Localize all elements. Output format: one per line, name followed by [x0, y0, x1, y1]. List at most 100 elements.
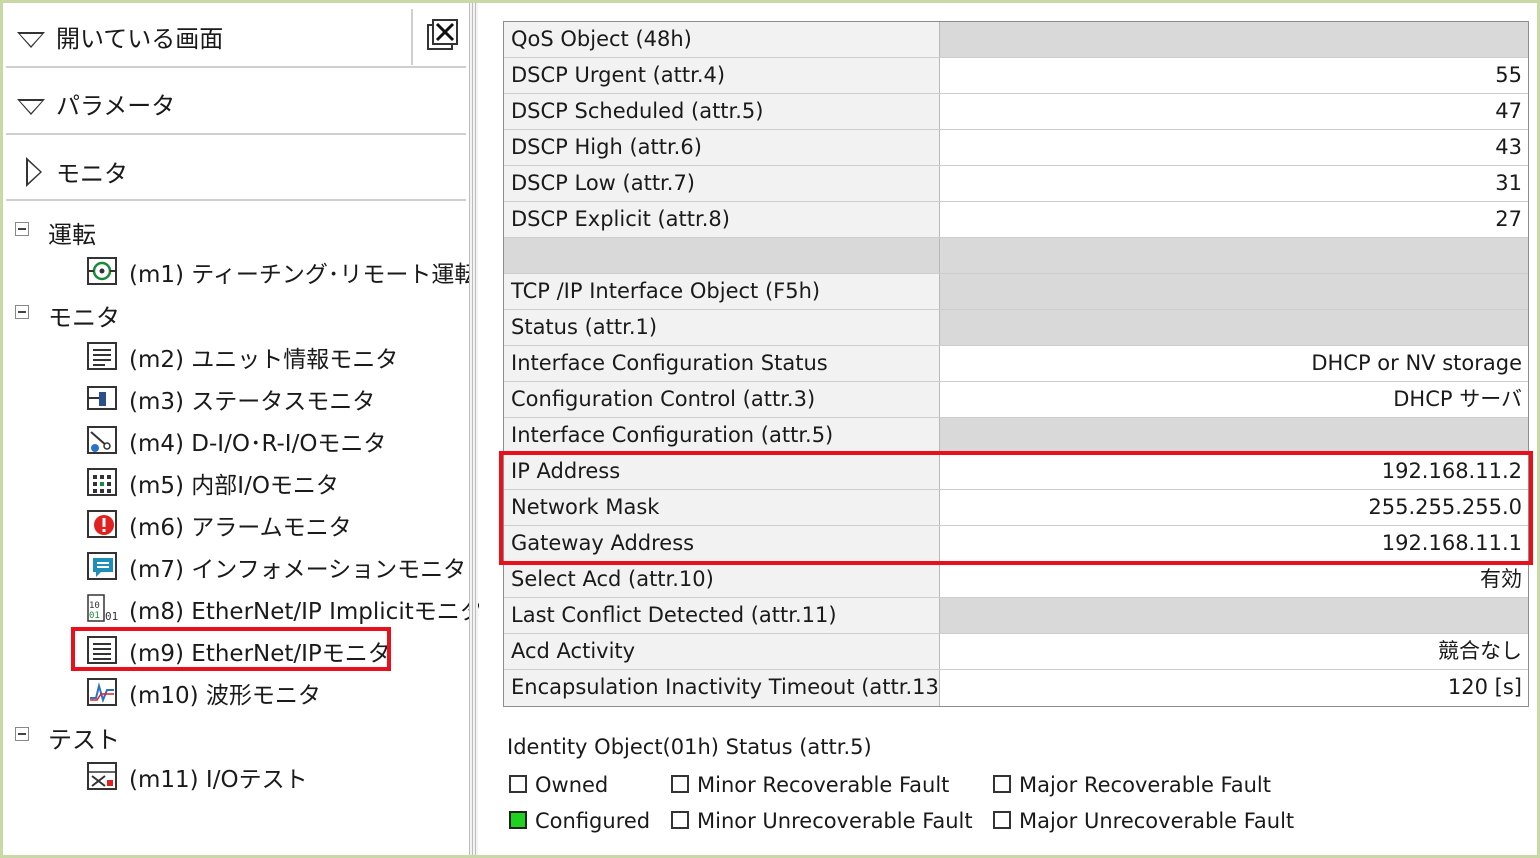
pane-splitter[interactable] — [469, 3, 478, 855]
checkbox-checked-icon — [509, 811, 527, 829]
tree-item-label: (m10) 波形モニタ — [129, 683, 321, 709]
grid-row-value — [940, 274, 1528, 309]
grid-row-label: QoS Object (48h) — [504, 22, 940, 57]
io-test-icon — [87, 762, 117, 790]
tree-group-operation[interactable]: 運転 — [3, 210, 469, 250]
tree-item-m6[interactable]: (m6) アラームモニタ — [83, 503, 463, 543]
grid-row: Status (attr.1) — [504, 310, 1528, 346]
grid-row-value: 27 — [940, 202, 1528, 237]
tree-item-m5[interactable]: (m5) 内部I/Oモニタ — [83, 461, 463, 501]
flag-label: Configured — [535, 809, 651, 833]
monitor-header[interactable]: モニタ — [6, 141, 466, 201]
grid-row-label: Configuration Control (attr.3) — [504, 382, 940, 417]
tree-item-m11[interactable]: (m11) I/Oテスト — [83, 755, 463, 795]
checkbox-icon — [993, 811, 1011, 829]
grid-row-label: Encapsulation Inactivity Timeout (attr.1… — [504, 670, 947, 706]
grid-row-value — [940, 22, 1528, 57]
grid-row-label: Status (attr.1) — [504, 310, 940, 345]
grid-row-value: DHCP or NV storage — [940, 346, 1528, 381]
selection-highlight-box — [71, 627, 391, 671]
grid-row-label — [504, 238, 940, 273]
svg-text:01: 01 — [105, 610, 118, 623]
tree-item-label: (m4) D-I/O･R-I/Oモニタ — [129, 431, 387, 457]
close-window-icon — [427, 19, 458, 50]
expand-arrow-icon[interactable] — [26, 157, 42, 187]
tree-item-m10[interactable]: (m10) 波形モニタ — [83, 671, 463, 711]
information-icon — [87, 552, 117, 580]
grid-row-label: Acd Activity — [504, 634, 940, 669]
tree-group-label: 運転 — [48, 221, 96, 249]
tree-item-label: (m2) ユニット情報モニタ — [129, 347, 399, 373]
collapse-arrow-icon[interactable] — [17, 32, 45, 48]
grid-row: Acd Activity 競合なし — [504, 634, 1528, 670]
svg-text:10: 10 — [89, 601, 100, 611]
grid-row: DSCP Low (attr.7) 31 — [504, 166, 1528, 202]
flag-label: Minor Unrecoverable Fault — [697, 809, 973, 833]
ethernet-implicit-icon: 10 01 01 — [87, 594, 118, 623]
grid-row-label: DSCP Explicit (attr.8) — [504, 202, 940, 237]
tree-item-m2[interactable]: (m2) ユニット情報モニタ — [83, 335, 463, 375]
property-grid: QoS Object (48h) DSCP Urgent (attr.4) 55 DS… — [503, 21, 1529, 707]
waveform-icon — [87, 678, 117, 706]
checkbox-icon — [509, 775, 527, 793]
tree-item-m8[interactable]: 10 01 01 (m8) EtherNet/IP Implicitモニタ — [83, 587, 483, 627]
grid-row-value — [940, 598, 1528, 633]
tree-item-m1[interactable]: (m1) ティーチング･リモート運転 — [83, 250, 477, 290]
grid-row: DSCP Scheduled (attr.5) 47 — [504, 94, 1528, 130]
grid-row-value: 43 — [940, 130, 1528, 165]
grid-row-value: 31 — [940, 166, 1528, 201]
grid-row-label: DSCP Low (attr.7) — [504, 166, 940, 201]
grid-row-value — [940, 418, 1528, 453]
network-settings-highlight-box — [499, 451, 1533, 565]
flag-label: Minor Recoverable Fault — [697, 773, 950, 797]
flag-label: Major Recoverable Fault — [1019, 773, 1271, 797]
tree-item-label: (m5) 内部I/Oモニタ — [129, 473, 339, 499]
tree-item-label: (m7) インフォメーションモニタ — [129, 557, 467, 583]
app-window: 開いている画面 パラメータ モニタ 運転 (m1) ティーチング･リモート運転 … — [0, 0, 1540, 858]
dio-rio-icon — [87, 426, 117, 454]
alarm-icon — [87, 510, 117, 538]
grid-row-label: Interface Configuration (attr.5) — [504, 418, 940, 453]
checkbox-icon — [993, 775, 1011, 793]
flag-label: Major Unrecoverable Fault — [1019, 809, 1295, 833]
grid-row-value: 競合なし — [940, 634, 1528, 669]
tree-item-label: (m8) EtherNet/IP Implicitモニタ — [129, 599, 483, 625]
tree-group-monitor[interactable]: モニタ — [3, 293, 469, 333]
grid-row: Encapsulation Inactivity Timeout (attr.1… — [504, 670, 1528, 706]
collapse-minus-icon[interactable] — [15, 305, 29, 319]
grid-row: Configuration Control (attr.3) DHCP サーバ — [504, 382, 1528, 418]
tree-item-m7[interactable]: (m7) インフォメーションモニタ — [83, 545, 467, 585]
grid-row-value — [940, 310, 1528, 345]
grid-row-value: 有効 — [940, 562, 1528, 597]
grid-row: Select Acd (attr.10) 有効 — [504, 562, 1528, 598]
grid-row: TCP /IP Interface Object (F5h) — [504, 274, 1528, 310]
collapse-minus-icon[interactable] — [15, 222, 29, 236]
parameters-label: パラメータ — [56, 92, 176, 120]
collapse-arrow-icon[interactable] — [17, 99, 45, 115]
grid-row-value: 120 [s] — [940, 670, 1528, 706]
ethernet-ip-monitor-pane: QoS Object (48h) DSCP Urgent (attr.4) 55 DS… — [479, 3, 1537, 855]
grid-row-label: DSCP Urgent (attr.4) — [504, 58, 940, 93]
grid-row-value: 55 — [940, 58, 1528, 93]
tree-item-label: (m1) ティーチング･リモート運転 — [129, 262, 478, 288]
grid-row: Interface Configuration (attr.5) — [504, 418, 1528, 454]
tree-group-test[interactable]: テスト — [3, 715, 469, 755]
identity-status-title: Identity Object(01h) Status (attr.5) — [507, 735, 872, 759]
tree-group-label: テスト — [48, 726, 120, 754]
teaching-remote-icon — [87, 257, 117, 285]
grid-row: DSCP High (attr.6) 43 — [504, 130, 1528, 166]
open-screens-header[interactable]: 開いている画面 — [6, 6, 469, 68]
close-all-button[interactable] — [411, 9, 469, 65]
svg-text:01: 01 — [89, 611, 100, 621]
tree-item-label: (m11) I/Oテスト — [129, 767, 308, 793]
navigation-pane: 開いている画面 パラメータ モニタ 運転 (m1) ティーチング･リモート運転 … — [3, 3, 483, 855]
grid-row: DSCP Explicit (attr.8) 27 — [504, 202, 1528, 238]
grid-row-label: DSCP High (attr.6) — [504, 130, 940, 165]
grid-row — [504, 238, 1528, 274]
parameters-header[interactable]: パラメータ — [6, 73, 466, 135]
tree-item-m3[interactable]: (m3) ステータスモニタ — [83, 377, 463, 417]
collapse-minus-icon[interactable] — [15, 727, 29, 741]
tree-item-m4[interactable]: (m4) D-I/O･R-I/Oモニタ — [83, 419, 463, 459]
grid-row: DSCP Urgent (attr.4) 55 — [504, 58, 1528, 94]
tree-item-label: (m6) アラームモニタ — [129, 515, 352, 541]
